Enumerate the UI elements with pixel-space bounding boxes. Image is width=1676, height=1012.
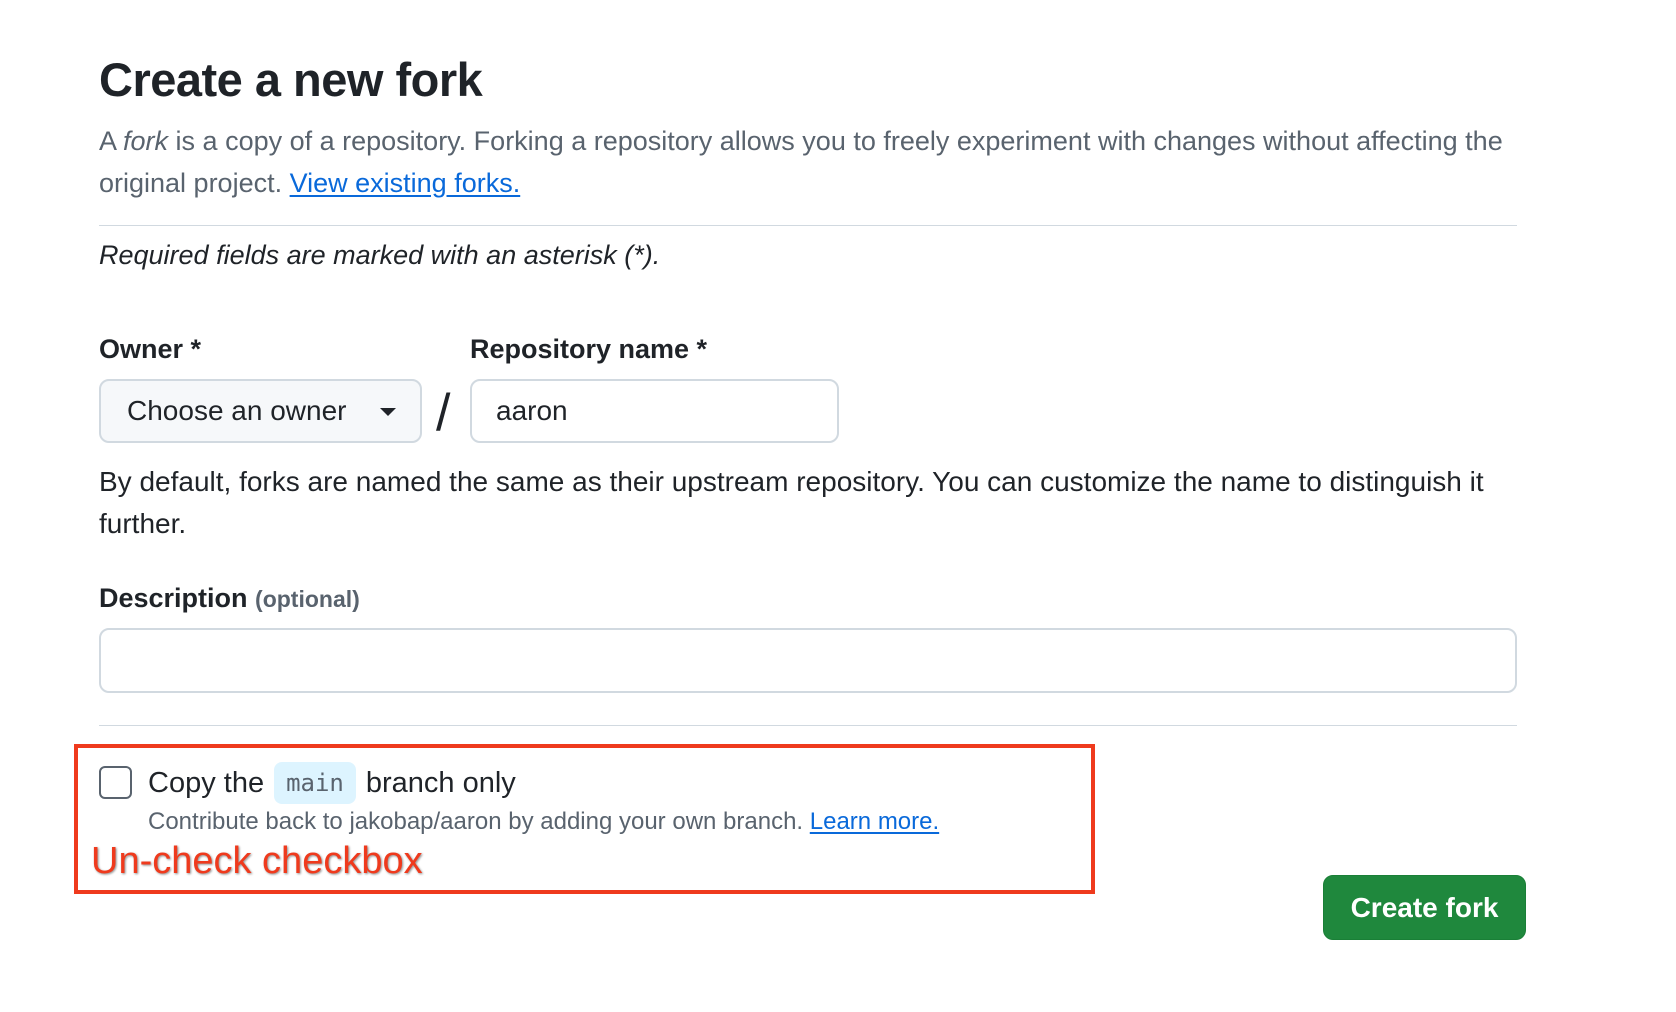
divider (99, 725, 1517, 726)
description-label-text: Description (99, 583, 248, 613)
branch-name-code: main (274, 762, 356, 804)
intro-fork-word: fork (123, 126, 169, 156)
learn-more-link[interactable]: Learn more. (810, 808, 939, 835)
repository-name-help: By default, forks are named the same as … (99, 466, 1484, 539)
optional-hint: (optional) (255, 586, 360, 612)
required-fields-note: Required fields are marked with an aster… (99, 240, 661, 270)
description-label: Description (optional) (99, 583, 360, 614)
copy-branch-help: Contribute back to jakobap/aaron by addi… (148, 808, 939, 836)
copy-branch-help-text: Contribute back to jakobap/aaron by addi… (148, 808, 804, 835)
description-input[interactable] (99, 628, 1517, 693)
owner-select-button[interactable]: Choose an owner (99, 379, 422, 443)
repository-name-input[interactable] (470, 379, 839, 443)
page-title: Create a new fork (99, 53, 483, 106)
copy-branch-label-prefix: Copy the (148, 766, 265, 799)
owner-repo-separator: / (436, 384, 451, 442)
create-fork-button[interactable]: Create fork (1323, 875, 1526, 940)
repository-name-label: Repository name * (470, 334, 708, 364)
page-intro: A fork is a copy of a repository. Forkin… (99, 120, 1519, 204)
copy-branch-label[interactable]: Copy the main branch only (148, 762, 516, 804)
annotation-text: Un-check checkbox (91, 840, 423, 882)
create-fork-page: Create a new fork A fork is a copy of a … (0, 0, 1676, 1012)
intro-prefix: A (99, 126, 124, 156)
copy-branch-label-suffix: branch only (365, 766, 516, 799)
divider (99, 225, 1517, 226)
owner-select-value: Choose an owner (127, 395, 347, 426)
copy-main-branch-only-checkbox[interactable] (99, 766, 132, 799)
view-existing-forks-link[interactable]: View existing forks. (290, 168, 521, 198)
caret-down-icon (380, 408, 396, 416)
owner-label: Owner * (99, 334, 202, 364)
